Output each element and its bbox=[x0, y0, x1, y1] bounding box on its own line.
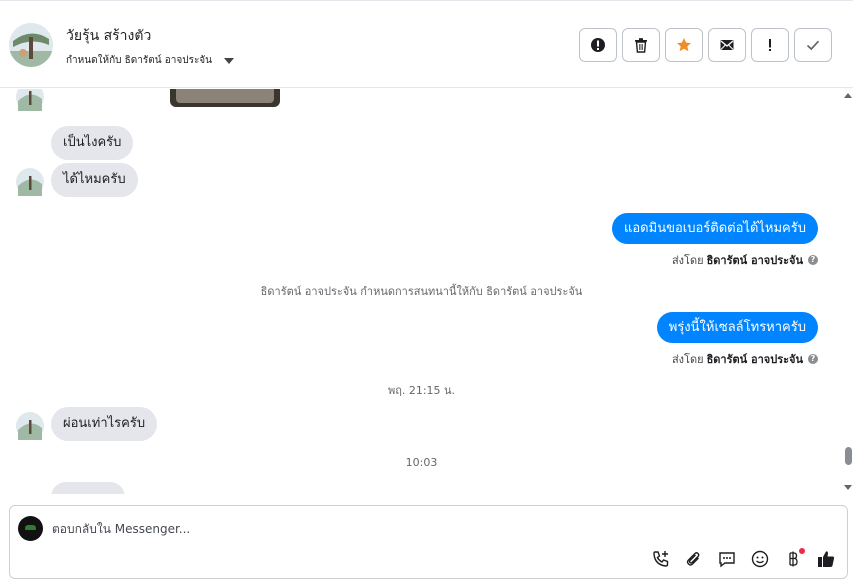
chevron-down-icon bbox=[224, 57, 235, 64]
notification-dot bbox=[799, 548, 805, 554]
assignee-dropdown[interactable]: กำหนดให้กับ ธิดารัตน์ อาจประจัน bbox=[66, 53, 235, 68]
like-icon bbox=[818, 551, 835, 567]
avatar-image bbox=[9, 23, 53, 67]
delete-button[interactable] bbox=[622, 28, 660, 62]
sent-by-prefix: ส่งโดย bbox=[671, 353, 704, 366]
help-icon[interactable]: ? bbox=[808, 354, 818, 364]
contact-avatar[interactable] bbox=[9, 23, 53, 67]
incoming-message[interactable]: ผ่อนเท่าไรครับ bbox=[51, 407, 158, 441]
contact-avatar-small bbox=[16, 168, 44, 196]
incoming-message[interactable]: เป็นไงครับ bbox=[51, 126, 134, 160]
trash-icon bbox=[635, 38, 647, 53]
add-call-button[interactable] bbox=[650, 548, 672, 570]
assignment-note: ธิดารัตน์ อาจประจัน กำหนดการสนทนานี้ให้ก… bbox=[260, 285, 583, 298]
sent-by-label: ส่งโดย ธิดารัตน์ อาจประจัน ? bbox=[672, 251, 818, 269]
emoji-button[interactable] bbox=[749, 548, 771, 570]
timestamp: พฤ. 21:15 น. bbox=[387, 384, 456, 397]
contact-name[interactable]: วัยรุ้น สร้างตัว bbox=[66, 25, 151, 47]
outgoing-message[interactable]: พรุ่งนี้ให้เซลล์โทรหาครับ bbox=[656, 312, 818, 343]
mark-done-button[interactable] bbox=[794, 28, 832, 62]
sent-by-name: ธิดารัตน์ อาจประจัน bbox=[706, 254, 803, 267]
scrollbar-thumb[interactable] bbox=[845, 447, 852, 465]
message-thread[interactable]: เป็นไงครับ ได้ไหมครับ แอดมินขอเบอร์ติดต่… bbox=[0, 89, 843, 494]
attached-image[interactable] bbox=[170, 89, 280, 107]
conversation-header: วัยรุ้น สร้างตัว กำหนดให้กับ ธิดารัตน์ อ… bbox=[0, 0, 853, 88]
incoming-message[interactable]: ได้ไหมครับ bbox=[51, 163, 138, 197]
avatar-image bbox=[16, 89, 44, 111]
timestamp: 10:03 bbox=[405, 456, 438, 469]
incoming-message-partial[interactable] bbox=[51, 482, 125, 494]
sent-by-prefix: ส่งโดย bbox=[671, 254, 704, 267]
assignee-label: กำหนดให้กับ ธิดารัตน์ อาจประจัน bbox=[66, 55, 213, 66]
reply-composer bbox=[9, 505, 848, 579]
scroll-up-arrow[interactable] bbox=[844, 93, 852, 98]
add-call-icon bbox=[653, 551, 669, 567]
paperclip-icon bbox=[686, 552, 700, 566]
composer-tools bbox=[650, 548, 837, 570]
saved-replies-icon bbox=[719, 552, 735, 568]
avatar-image bbox=[16, 168, 44, 196]
payment-button[interactable] bbox=[782, 548, 805, 570]
emoji-icon bbox=[751, 550, 769, 568]
conversation-actions bbox=[579, 28, 832, 62]
messenger-inbox: วัยรุ้น สร้างตัว กำหนดให้กับ ธิดารัตน์ อ… bbox=[0, 0, 853, 583]
envelope-icon bbox=[720, 40, 734, 50]
avatar-image bbox=[16, 412, 44, 440]
mark-unread-button[interactable] bbox=[708, 28, 746, 62]
follow-up-button[interactable] bbox=[751, 28, 789, 62]
scroll-down-arrow[interactable] bbox=[844, 485, 852, 490]
alert-circle-icon bbox=[591, 38, 605, 52]
report-spam-button[interactable] bbox=[579, 28, 617, 62]
attach-button[interactable] bbox=[683, 548, 705, 570]
star-button[interactable] bbox=[665, 28, 703, 62]
checkmark-icon bbox=[806, 40, 820, 51]
page-avatar bbox=[18, 516, 43, 541]
sent-by-label: ส่งโดย ธิดารัตน์ อาจประจัน ? bbox=[672, 350, 818, 368]
sent-by-name: ธิดารัตน์ อาจประจัน bbox=[706, 353, 803, 366]
contact-avatar-small bbox=[16, 89, 44, 111]
outgoing-message[interactable]: แอดมินขอเบอร์ติดต่อได้ไหมครับ bbox=[612, 213, 818, 244]
contact-avatar-small bbox=[16, 412, 44, 440]
help-icon[interactable]: ? bbox=[808, 255, 818, 265]
saved-replies-button[interactable] bbox=[716, 548, 738, 570]
like-button[interactable] bbox=[815, 548, 837, 570]
reply-input[interactable] bbox=[52, 520, 752, 538]
exclamation-icon bbox=[769, 39, 771, 51]
star-icon bbox=[677, 38, 691, 52]
